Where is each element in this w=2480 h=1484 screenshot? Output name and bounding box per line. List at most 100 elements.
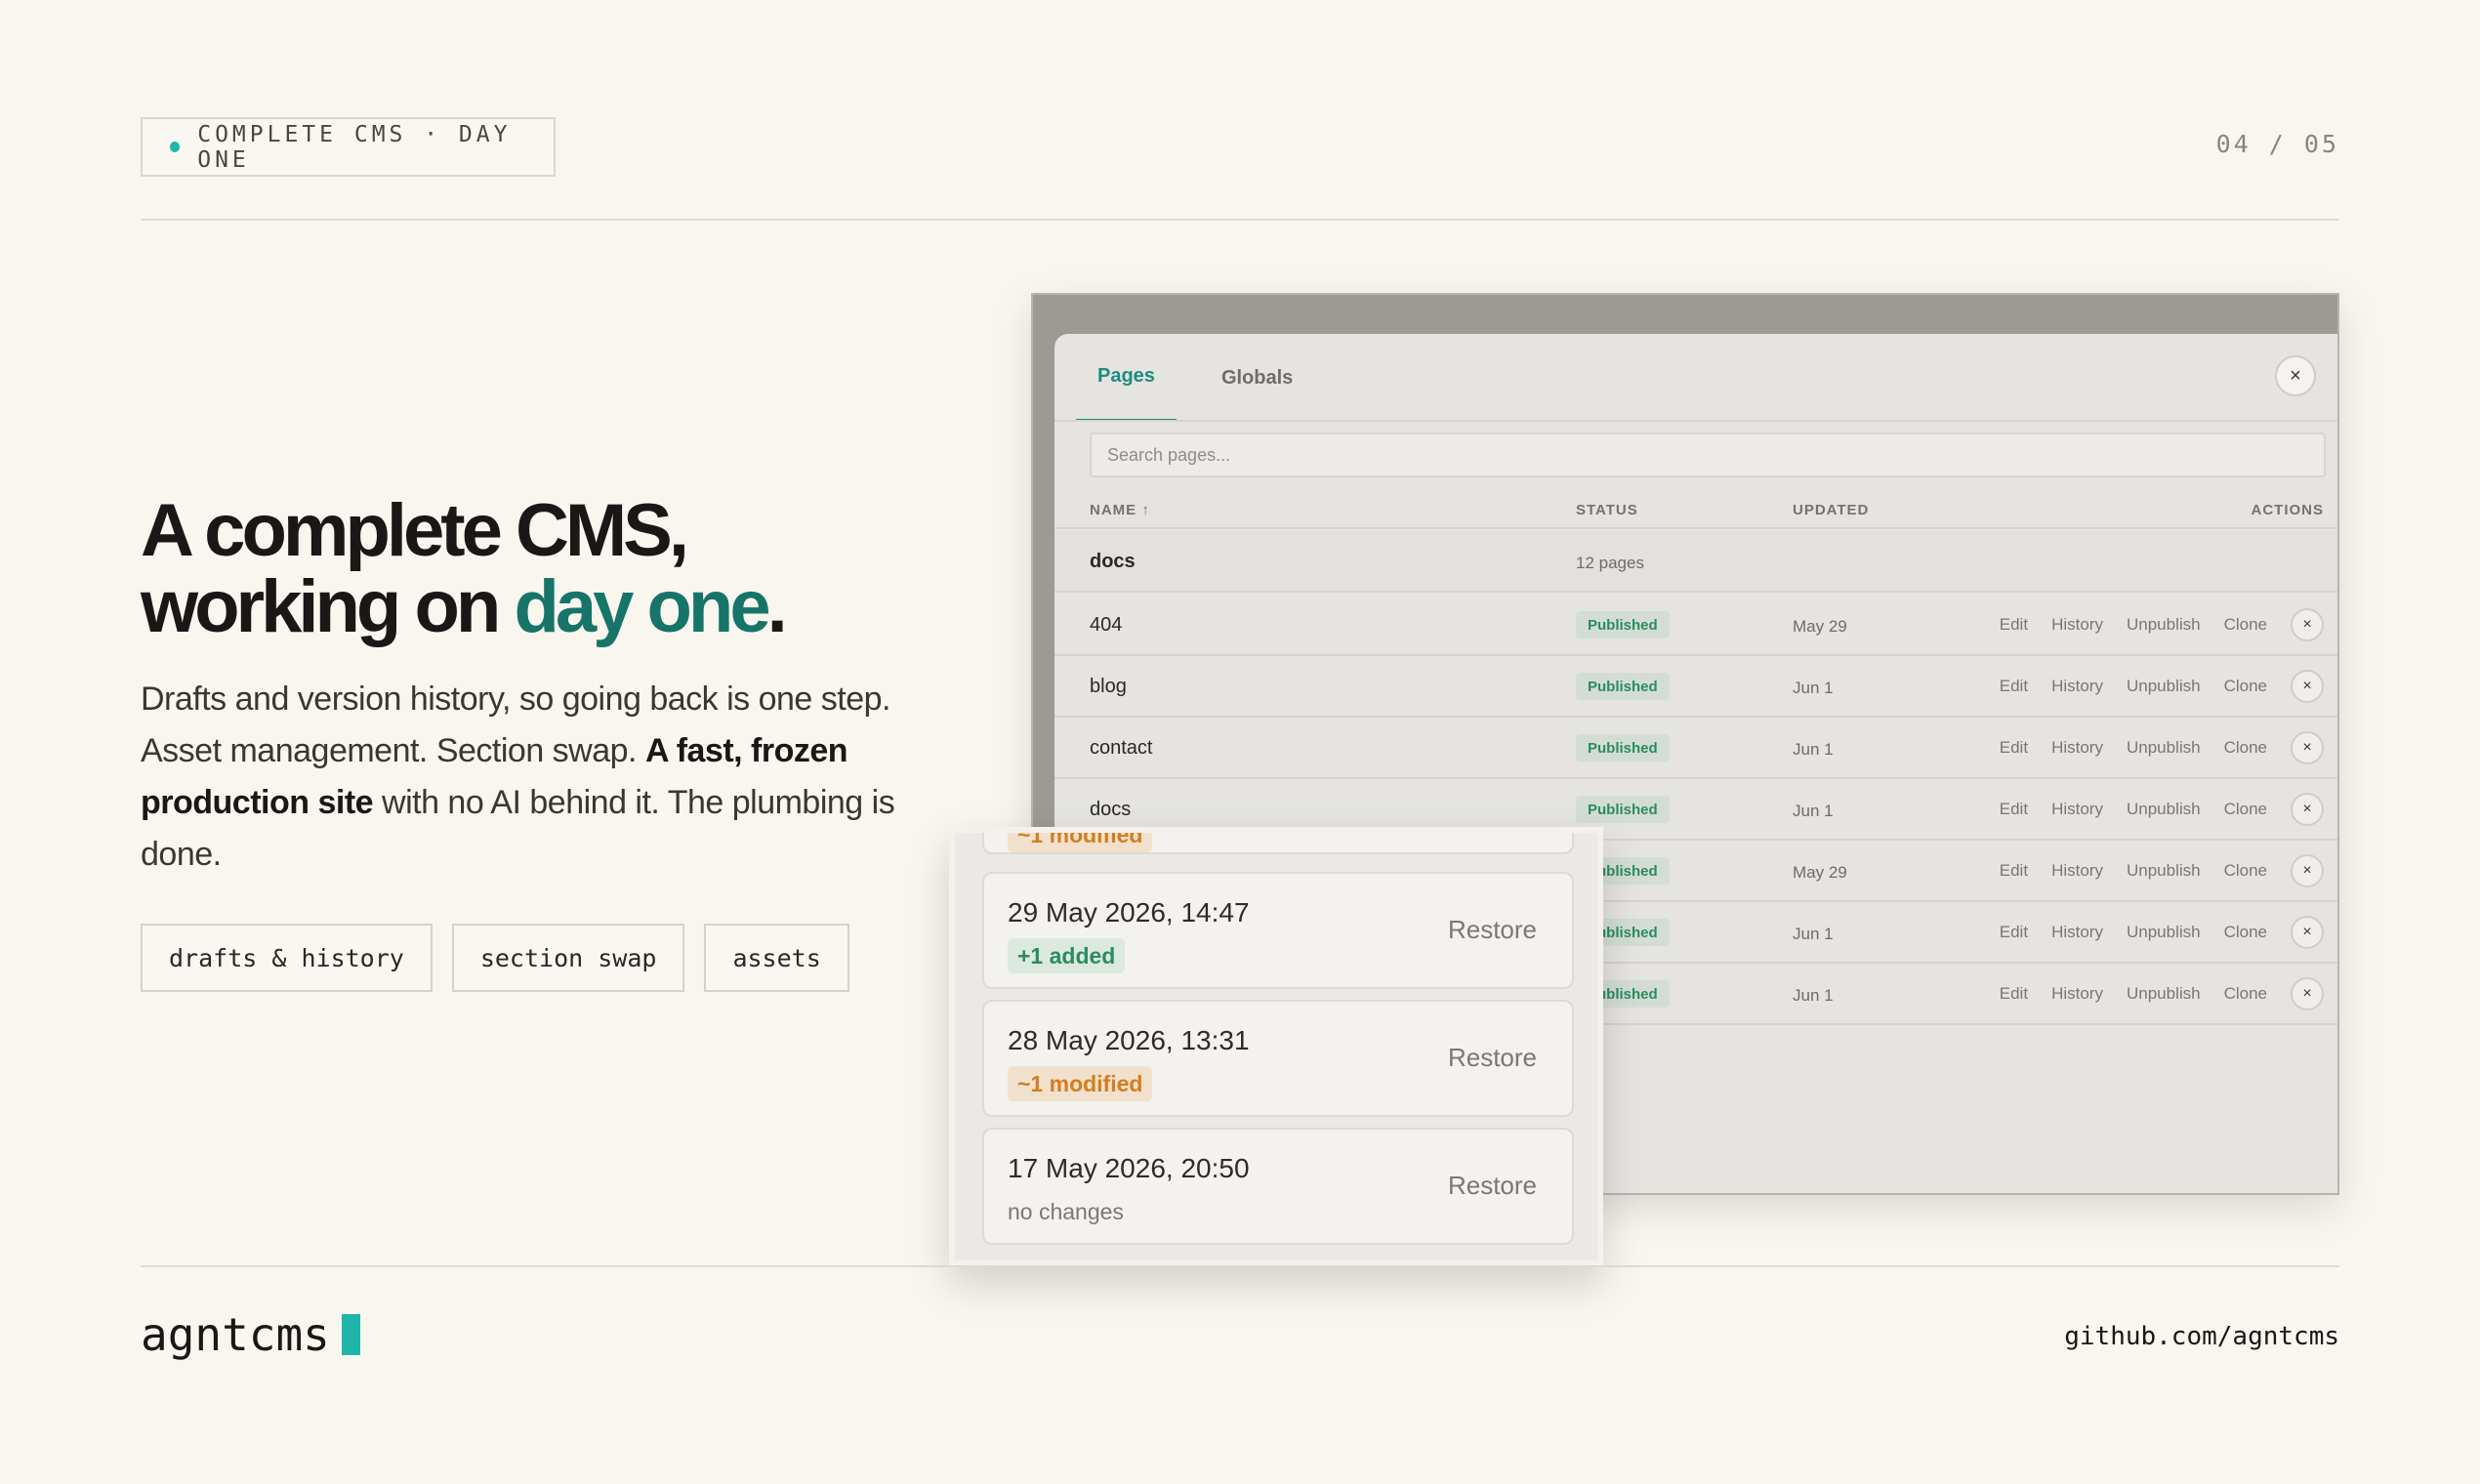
row-actions: Edit History Unpublish Clone × xyxy=(2000,608,2324,641)
delete-icon[interactable]: × xyxy=(2291,793,2324,826)
status-dot-icon xyxy=(170,142,181,152)
edit-button[interactable]: Edit xyxy=(2000,677,2028,696)
change-badge: ~1 modified xyxy=(1008,833,1153,852)
tag-section-swap: section swap xyxy=(451,924,685,992)
unpublish-button[interactable]: Unpublish xyxy=(2127,861,2201,881)
updated-date: May 29 xyxy=(1793,863,1847,882)
change-badge: +1 added xyxy=(1008,938,1126,973)
edit-button[interactable]: Edit xyxy=(2000,738,2028,758)
headline-line-2-suffix: . xyxy=(766,565,788,648)
history-entry-partial: ~1 modified xyxy=(982,833,1574,854)
tab-globals[interactable]: Globals xyxy=(1200,334,1314,422)
clone-button[interactable]: Clone xyxy=(2224,677,2267,696)
slide-counter: 04 / 05 xyxy=(2215,130,2339,158)
edit-button[interactable]: Edit xyxy=(2000,861,2028,881)
updated-date: Jun 1 xyxy=(1793,986,1834,1005)
row-actions: Edit History Unpublish Clone × xyxy=(2000,916,2324,949)
delete-icon[interactable]: × xyxy=(2291,854,2324,887)
tag-assets: assets xyxy=(704,924,849,992)
tag-drafts-history: drafts & history xyxy=(141,924,433,992)
restore-button[interactable]: Restore xyxy=(1448,915,1537,945)
row-actions: Edit History Unpublish Clone × xyxy=(2000,977,2324,1010)
col-updated: UPDATED xyxy=(1793,502,1870,518)
row-actions: Edit History Unpublish Clone × xyxy=(2000,793,2324,826)
clone-button[interactable]: Clone xyxy=(2224,984,2267,1004)
group-count: 12 pages xyxy=(1576,554,1644,572)
history-button[interactable]: History xyxy=(2051,861,2103,881)
page-name: contact xyxy=(1090,737,1153,759)
table-row[interactable]: contact Published Jun 1 Edit History Unpublis… xyxy=(1054,718,2337,779)
close-icon[interactable]: × xyxy=(2275,355,2316,396)
github-link[interactable]: github.com/agntcms xyxy=(2064,1322,2339,1351)
unpublish-button[interactable]: Unpublish xyxy=(2127,923,2201,942)
edit-button[interactable]: Edit xyxy=(2000,615,2028,635)
history-button[interactable]: History xyxy=(2051,677,2103,696)
clone-button[interactable]: Clone xyxy=(2224,800,2267,819)
col-status: STATUS xyxy=(1576,502,1638,518)
history-panel: ~1 modified 29 May 2026, 14:47 +1 added … xyxy=(949,827,1603,1266)
delete-icon[interactable]: × xyxy=(2291,670,2324,703)
tab-pages[interactable]: Pages xyxy=(1076,334,1177,422)
clone-button[interactable]: Clone xyxy=(2224,861,2267,881)
history-button[interactable]: History xyxy=(2051,615,2103,635)
unpublish-button[interactable]: Unpublish xyxy=(2127,984,2201,1004)
clone-button[interactable]: Clone xyxy=(2224,923,2267,942)
col-name[interactable]: NAME ↑ xyxy=(1090,502,1150,518)
panel-tabs: Pages Globals xyxy=(1076,334,1314,422)
updated-date: Jun 1 xyxy=(1793,925,1834,943)
unpublish-button[interactable]: Unpublish xyxy=(2127,677,2201,696)
edit-button[interactable]: Edit xyxy=(2000,923,2028,942)
body-copy: Drafts and version history, so going bac… xyxy=(141,674,912,881)
clone-button[interactable]: Clone xyxy=(2224,615,2267,635)
unpublish-button[interactable]: Unpublish xyxy=(2127,800,2201,819)
history-entry: 17 May 2026, 20:50 no changes Restore xyxy=(982,1128,1574,1245)
page-name: blog xyxy=(1090,676,1127,697)
history-button[interactable]: History xyxy=(2051,738,2103,758)
top-divider xyxy=(141,219,2339,221)
headline: A complete CMS, working on day one. xyxy=(141,493,788,648)
tabs-divider xyxy=(1054,420,2337,422)
row-actions: Edit History Unpublish Clone × xyxy=(2000,854,2324,887)
unpublish-button[interactable]: Unpublish xyxy=(2127,738,2201,758)
history-timestamp: 29 May 2026, 14:47 xyxy=(1008,897,1250,928)
restore-button[interactable]: Restore xyxy=(1448,1171,1537,1201)
updated-date: Jun 1 xyxy=(1793,679,1834,697)
search-input[interactable]: Search pages... xyxy=(1090,433,2326,477)
history-button[interactable]: History xyxy=(2051,800,2103,819)
updated-date: Jun 1 xyxy=(1793,740,1834,759)
history-timestamp: 17 May 2026, 20:50 xyxy=(1008,1153,1250,1183)
page-name: docs xyxy=(1090,799,1132,820)
col-actions: ACTIONS xyxy=(2251,502,2324,518)
headline-line-1: A complete CMS, xyxy=(141,489,689,572)
history-button[interactable]: History xyxy=(2051,984,2103,1004)
restore-button[interactable]: Restore xyxy=(1448,1043,1537,1073)
history-timestamp: 28 May 2026, 13:31 xyxy=(1008,1025,1250,1055)
clone-button[interactable]: Clone xyxy=(2224,738,2267,758)
unpublish-button[interactable]: Unpublish xyxy=(2127,615,2201,635)
brand-name: agntcms xyxy=(141,1308,330,1361)
cursor-block-icon xyxy=(341,1314,360,1355)
table-row[interactable]: blog Published Jun 1 Edit History Unpublish Cl… xyxy=(1054,656,2337,718)
table-header: NAME ↑ STATUS UPDATED ACTIONS xyxy=(1054,490,2337,529)
history-button[interactable]: History xyxy=(2051,923,2103,942)
edit-button[interactable]: Edit xyxy=(2000,800,2028,819)
headline-line-2-prefix: working on xyxy=(141,565,515,648)
history-entry: 28 May 2026, 13:31 ~1 modified Restore xyxy=(982,1000,1574,1117)
table-row[interactable]: 404 Published May 29 Edit History Unpublish Cl… xyxy=(1054,595,2337,656)
status-badge: Published xyxy=(1576,673,1670,700)
delete-icon[interactable]: × xyxy=(2291,731,2324,764)
history-entry: 29 May 2026, 14:47 +1 added Restore xyxy=(982,872,1574,989)
change-badge: no changes xyxy=(1008,1198,1124,1224)
bottom-divider xyxy=(141,1265,2339,1267)
delete-icon[interactable]: × xyxy=(2291,608,2324,641)
edit-button[interactable]: Edit xyxy=(2000,984,2028,1004)
group-row-docs[interactable]: docs 12 pages xyxy=(1054,531,2337,593)
page-name: 404 xyxy=(1090,614,1123,636)
change-badge: ~1 modified xyxy=(1008,1066,1153,1101)
brand-logo: agntcms xyxy=(141,1308,360,1361)
delete-icon[interactable]: × xyxy=(2291,916,2324,949)
delete-icon[interactable]: × xyxy=(2291,977,2324,1010)
feature-tags: drafts & history section swap assets xyxy=(141,924,849,992)
updated-date: Jun 1 xyxy=(1793,802,1834,820)
row-actions: Edit History Unpublish Clone × xyxy=(2000,670,2324,703)
